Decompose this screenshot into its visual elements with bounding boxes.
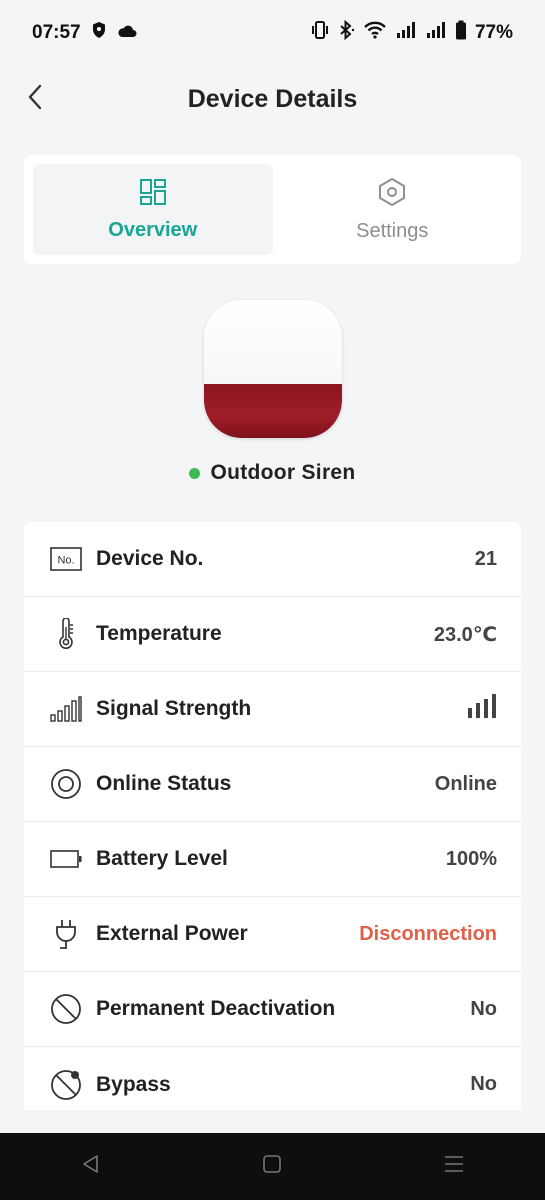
thermometer-icon [50, 618, 82, 650]
tab-label: Settings [356, 219, 429, 242]
device-name-row: Outdoor Siren [0, 458, 545, 488]
tab-bar: Overview Settings [24, 155, 521, 264]
nav-back-button[interactable] [61, 1147, 121, 1187]
online-status-icon [50, 768, 82, 800]
menu-lines-icon [443, 1154, 465, 1179]
bluetooth-icon [337, 19, 355, 46]
shield-icon [91, 21, 107, 45]
vibrate-icon [311, 20, 329, 46]
device-number-icon: No. [50, 543, 82, 575]
info-row-permanent-deactivation: Permanent Deactivation No [24, 972, 521, 1047]
row-value: 23.0℃ [433, 623, 497, 646]
cell-signal-icon [425, 21, 447, 45]
row-label: Signal Strength [96, 697, 252, 720]
info-row-signal-strength: Signal Strength [24, 672, 521, 747]
row-label: Permanent Deactivation [96, 997, 336, 1020]
online-indicator [189, 467, 201, 479]
row-label: Device No. [96, 547, 204, 570]
triangle-back-icon [81, 1154, 101, 1179]
info-row-external-power: External Power Disconnection [24, 897, 521, 972]
signal-bars-value [467, 694, 497, 724]
row-value: Online [434, 772, 497, 795]
wifi-icon [363, 21, 387, 45]
status-bar: 07:57 77% [0, 0, 545, 66]
signal-strength-icon [50, 693, 82, 725]
square-home-icon [262, 1154, 282, 1179]
battery-icon [50, 843, 82, 875]
power-plug-icon [50, 918, 82, 950]
app-header: Device Details [0, 66, 545, 132]
info-row-bypass: Bypass No [24, 1047, 521, 1110]
tab-settings[interactable]: Settings [273, 164, 513, 255]
info-row-online-status: Online Status Online [24, 747, 521, 822]
info-row-temperature: Temperature 23.0℃ [24, 597, 521, 672]
back-button[interactable] [20, 82, 50, 116]
row-label: Bypass [96, 1072, 171, 1096]
row-value: 100% [445, 847, 497, 870]
page-title: Device Details [187, 84, 358, 113]
tab-label: Overview [108, 218, 198, 241]
status-time: 07:57 [32, 22, 81, 43]
battery-status-icon [455, 20, 467, 46]
row-value: Disconnection [359, 922, 497, 945]
row-label: External Power [96, 922, 248, 945]
bypass-icon [50, 1069, 82, 1101]
row-label: Temperature [96, 622, 222, 645]
hexagon-settings-icon [377, 177, 407, 212]
row-label: Battery Level [96, 847, 228, 870]
chevron-left-icon [27, 84, 43, 115]
svg-text:No.: No. [57, 555, 74, 567]
row-value: 21 [474, 547, 497, 570]
tab-overview[interactable]: Overview [33, 164, 273, 255]
row-value: No [470, 1073, 497, 1095]
battery-percent: 77% [474, 22, 513, 43]
grid-icon [139, 178, 167, 211]
siren-lens [204, 384, 342, 438]
cell-signal-icon [395, 21, 417, 45]
row-value: No [470, 997, 497, 1020]
device-info-list: No. Device No. 21 Temperature 23.0℃ Sign… [24, 522, 521, 1110]
info-row-device-no: No. Device No. 21 [24, 522, 521, 597]
deactivation-icon [50, 993, 82, 1025]
info-row-battery-level: Battery Level 100% [24, 822, 521, 897]
cloud-icon [117, 22, 137, 44]
device-name: Outdoor Siren [210, 461, 356, 484]
nav-home-button[interactable] [242, 1147, 302, 1187]
device-image [204, 300, 342, 438]
nav-recents-button[interactable] [424, 1147, 484, 1187]
row-label: Online Status [96, 772, 232, 795]
system-nav-bar [0, 1133, 545, 1200]
